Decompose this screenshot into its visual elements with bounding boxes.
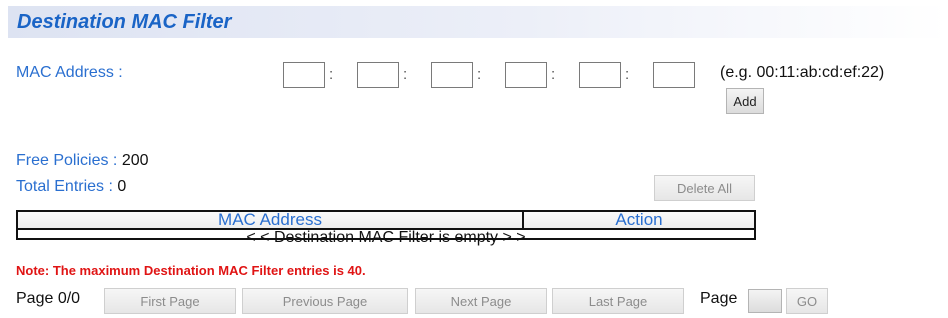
mac-separator: : [625,66,630,83]
first-page-button[interactable]: First Page [104,288,236,314]
mac-octet-6-input[interactable] [653,62,695,88]
mac-separator: : [477,66,482,83]
previous-page-button[interactable]: Previous Page [242,288,408,314]
free-policies-label: Free Policies : [16,152,118,169]
mac-filter-table: MAC Address Action < < Destination MAC F… [16,210,756,246]
last-page-button[interactable]: Last Page [552,288,684,314]
max-entries-note: Note: The maximum Destination MAC Filter… [16,263,366,278]
delete-all-button[interactable]: Delete All [654,175,755,201]
add-button[interactable]: Add [726,88,764,114]
mac-address-label: MAC Address : [16,64,123,81]
empty-table-message: < < Destination MAC Filter is empty > > [246,229,526,246]
mac-separator: : [329,66,334,83]
total-entries: Total Entries : 0 [16,178,126,196]
mac-separator: : [403,66,408,83]
total-entries-label: Total Entries : [16,178,113,195]
column-header-mac-address: MAC Address [18,211,524,230]
title-bar: Destination MAC Filter [8,6,948,38]
mac-example-hint: (e.g. 00:11:ab:cd:ef:22) [720,64,885,81]
page-title: Destination MAC Filter [17,11,232,33]
next-page-button[interactable]: Next Page [415,288,547,314]
column-header-action: Action [524,211,754,230]
page-info: Page 0/0 [16,290,81,307]
mac-octet-3-input[interactable] [431,62,473,88]
mac-octet-4-input[interactable] [505,62,547,88]
mac-octet-2-input[interactable] [357,62,399,88]
mac-octet-1-input[interactable] [283,62,325,88]
page-number-input[interactable] [748,289,782,313]
free-policies: Free Policies : 200 [16,152,149,170]
total-entries-value: 0 [117,178,127,195]
mac-separator: : [551,66,556,83]
go-button[interactable]: GO [786,288,828,314]
mac-octet-5-input[interactable] [579,62,621,88]
page-number-label: Page [700,290,738,307]
free-policies-value: 200 [121,152,149,169]
